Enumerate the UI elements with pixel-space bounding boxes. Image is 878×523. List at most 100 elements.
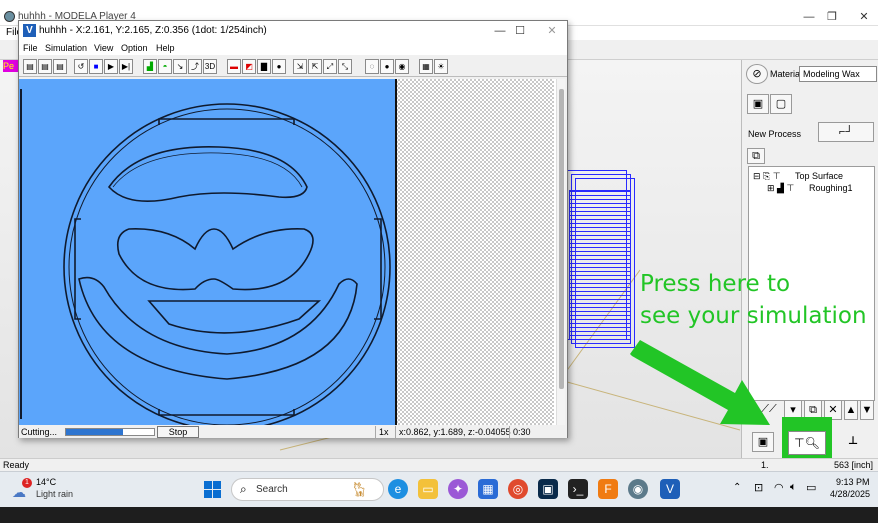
- sphere-icon[interactable]: ●: [272, 59, 286, 74]
- tool-ball-icon[interactable]: ◓: [158, 59, 172, 74]
- zoom1-icon[interactable]: ⇲: [293, 59, 307, 74]
- tray-app-icon[interactable]: ⊡: [754, 481, 763, 494]
- material-compass-icon[interactable]: ⊘: [746, 64, 768, 84]
- save-icon[interactable]: ▤: [53, 59, 67, 74]
- material-select[interactable]: Modeling Wax: [799, 66, 877, 82]
- store-icon[interactable]: ▦: [478, 479, 498, 499]
- windows-taskbar: ☁ 1 14°C Light rain ⌕ Search 🦌︎ e ▭ ✦ ▦ …: [0, 471, 878, 507]
- edge-icon[interactable]: e: [388, 479, 408, 499]
- sim-menu-option[interactable]: Option: [121, 43, 148, 53]
- new-icon[interactable]: ▤: [23, 59, 37, 74]
- preview-cut-icon[interactable]: ▣: [752, 432, 774, 452]
- simulation-magnifier-icon: ⊤🔍︎: [794, 436, 820, 450]
- weather-temp: 14°C: [36, 477, 57, 487]
- grid-icon[interactable]: ▦: [419, 59, 433, 74]
- cutting-progress-bar: [65, 428, 155, 436]
- simulation-viewport[interactable]: [19, 79, 565, 425]
- search-placeholder: Search: [256, 484, 288, 495]
- fusion-icon[interactable]: F: [598, 479, 618, 499]
- coord-readout-right: 563 [inch]: [834, 460, 874, 470]
- sim-menu-file[interactable]: File: [23, 43, 38, 53]
- weather-rain-icon[interactable]: ☁ 1: [12, 478, 32, 500]
- view-icon[interactable]: ▢: [770, 94, 792, 114]
- main-status-bar: Ready 1. 563 [inch]: [0, 458, 878, 471]
- sim-toolbar: ▤ ▤ ▤ ↺ ■ ▶ ▶| ▟ ◓ ↘ ⤴ 3D ▬ ◩ ▇ ● ⇲ ⇱ ⤢ …: [19, 57, 567, 77]
- search-highlight-icon: 🦌︎: [350, 481, 368, 497]
- sim-maximize-icon[interactable]: ☐: [511, 24, 529, 38]
- file-explorer-icon[interactable]: ▭: [418, 479, 438, 499]
- restore-icon[interactable]: ❐: [823, 10, 841, 24]
- coord-readout-left: 1.: [761, 460, 769, 470]
- zoom2-icon[interactable]: ⇱: [308, 59, 322, 74]
- new-process-label: New Process: [748, 129, 802, 139]
- clock-date[interactable]: 4/28/2025: [830, 489, 870, 499]
- sim-menu-view[interactable]: View: [94, 43, 113, 53]
- rewind-icon[interactable]: ↺: [74, 59, 88, 74]
- sim-menu-help[interactable]: Help: [156, 43, 175, 53]
- light2-icon[interactable]: ●: [380, 59, 394, 74]
- copilot-icon[interactable]: ✦: [448, 479, 468, 499]
- play-icon[interactable]: ▶: [104, 59, 118, 74]
- zoom4-icon[interactable]: ⤡: [338, 59, 352, 74]
- step-icon[interactable]: ▶|: [119, 59, 133, 74]
- tool-green-icon[interactable]: ▟: [143, 59, 157, 74]
- path-icon[interactable]: ↘: [173, 59, 187, 74]
- light3-icon[interactable]: ◉: [395, 59, 409, 74]
- sim-status-bar: Cutting... Stop 1x x:0.862, y:1.689, z:-…: [19, 426, 567, 438]
- layers-icon[interactable]: ⧉: [747, 148, 765, 164]
- emoji-engraving: [20, 89, 391, 425]
- tree-child-expand-icon[interactable]: ⊞ ▟ ⊤: [767, 183, 794, 194]
- wifi-icon[interactable]: ◠: [774, 481, 784, 494]
- gray-icon[interactable]: ▇: [257, 59, 271, 74]
- annotation-text: Press here to see your simulation: [640, 268, 867, 332]
- vpanel-icon: V: [23, 24, 36, 37]
- minimize-icon[interactable]: —: [800, 10, 818, 24]
- stop-button[interactable]: Stop: [157, 426, 199, 438]
- view-3d-icon[interactable]: 3D: [203, 59, 217, 74]
- simulation-button[interactable]: ⊤🔍︎: [788, 431, 826, 455]
- cut-icon[interactable]: ⊥: [834, 432, 872, 452]
- taskbar-search[interactable]: ⌕ Search 🦌︎: [231, 478, 384, 501]
- tree-roughing1[interactable]: Roughing1: [809, 183, 853, 193]
- sim-menu-simulation[interactable]: Simulation: [45, 43, 87, 53]
- chrome-icon[interactable]: ◎: [508, 479, 528, 499]
- new-process-button[interactable]: ⌐┘: [818, 122, 874, 142]
- app-window-icon[interactable]: ▣: [538, 479, 558, 499]
- sim-scroll-thumb[interactable]: [559, 89, 564, 389]
- volume-icon[interactable]: 🔈︎: [790, 481, 797, 494]
- sun-icon[interactable]: ☀: [434, 59, 448, 74]
- annotation-arrow-down-right: [630, 340, 770, 425]
- render-icon[interactable]: ▬: [227, 59, 241, 74]
- cut-workpiece: [19, 79, 397, 425]
- vpanel-taskbar-icon[interactable]: V: [660, 479, 680, 499]
- sim-menubar: File Simulation View Option Help: [19, 41, 567, 55]
- terminal-icon[interactable]: ›_: [568, 479, 588, 499]
- start-windows-icon[interactable]: [204, 481, 221, 498]
- tree-expand-icon[interactable]: ⊟ ⎘ ⊤: [753, 171, 781, 182]
- annotation-line-1: Press here to: [640, 271, 791, 297]
- stop-square-icon[interactable]: ■: [89, 59, 103, 74]
- elapsed-time: 0:30: [509, 426, 565, 438]
- sim-titlebar: V huhhh - X:2.161, Y:2.165, Z:0.356 (1do…: [19, 21, 567, 41]
- clock-time[interactable]: 9:13 PM: [836, 477, 870, 487]
- open-icon[interactable]: ▤: [38, 59, 52, 74]
- move-up-icon[interactable]: ▲: [844, 400, 858, 420]
- bottom-strip: [0, 507, 878, 523]
- cutting-status: Cutting...: [21, 427, 58, 437]
- light1-icon[interactable]: ◌: [365, 59, 379, 74]
- tray-chevron-icon[interactable]: ⌃: [733, 482, 741, 493]
- modela-taskbar-icon[interactable]: ◉: [628, 479, 648, 499]
- move-down-icon[interactable]: ▼: [860, 400, 874, 420]
- tree-top-surface[interactable]: Top Surface: [795, 171, 843, 181]
- close-icon[interactable]: ✕: [855, 10, 873, 24]
- sim-vertical-scrollbar[interactable]: [556, 79, 565, 425]
- sim-minimize-icon[interactable]: —: [491, 24, 509, 38]
- color-icon[interactable]: ◩: [242, 59, 256, 74]
- battery-icon[interactable]: ▭: [806, 481, 816, 494]
- model-icon[interactable]: ▣: [747, 94, 769, 114]
- transparent-background: [396, 79, 554, 425]
- progress-fill: [66, 429, 124, 435]
- sim-close-icon[interactable]: ✕: [543, 24, 561, 38]
- path2-icon[interactable]: ⤴: [188, 59, 202, 74]
- zoom3-icon[interactable]: ⤢: [323, 59, 337, 74]
